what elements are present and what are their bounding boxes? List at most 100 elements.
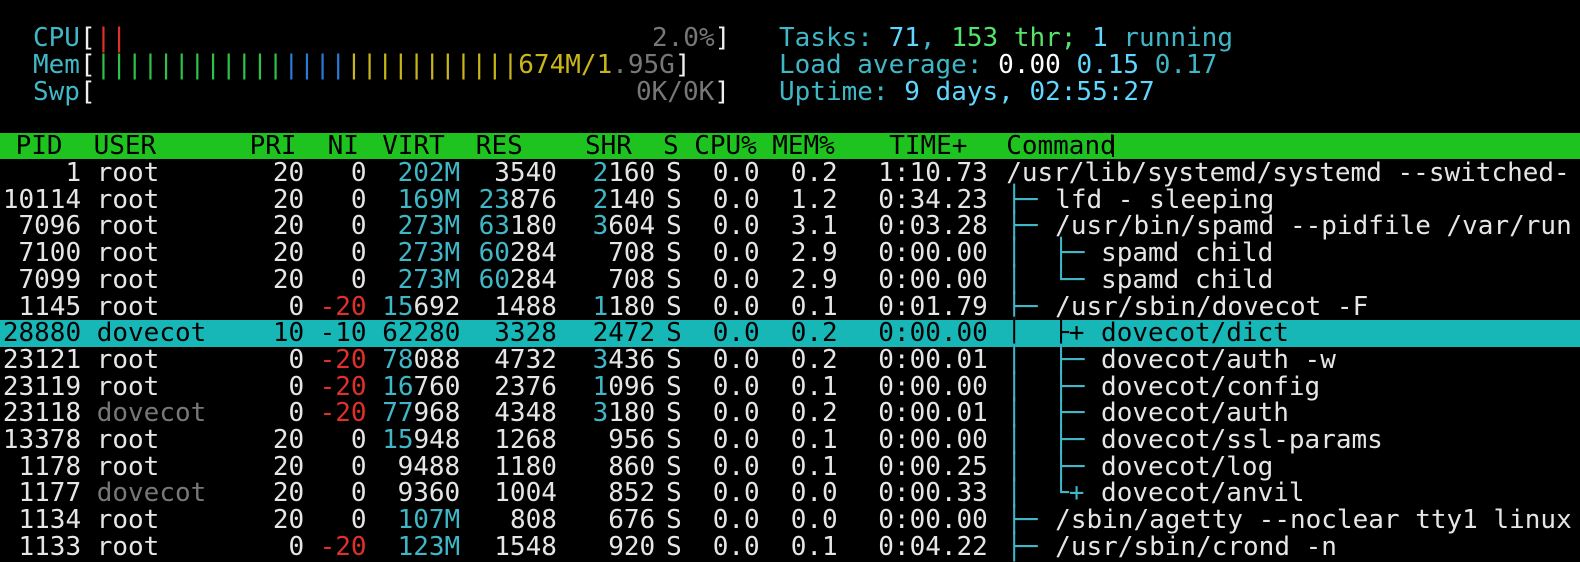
swp-value-wrap: 0K/0K] [636, 77, 730, 107]
pri-cell: 0 [288, 398, 305, 429]
res-low: 1180 [494, 451, 557, 482]
virt-low: M [444, 184, 461, 215]
cpu-cell: 0.0 [712, 211, 760, 242]
state-cell: S [666, 318, 682, 349]
tree-branch: │ ├─ [1006, 451, 1101, 482]
res-low: 876 [509, 184, 557, 215]
user-cell: dovecot [96, 318, 207, 349]
command-cell: dovecot/anvil [1101, 478, 1305, 509]
cpu-cell: 0.0 [712, 318, 760, 349]
shr-high: 1 [592, 291, 609, 322]
state-cell: S [666, 291, 682, 322]
pri-cell: 20 [272, 425, 305, 455]
shr-low: 860 [608, 451, 656, 482]
threads-count: 153 [951, 23, 999, 53]
res-cell: 4732 [476, 347, 557, 374]
virt-low: 9488 [397, 451, 461, 482]
pid-cell: 28880 [2, 318, 82, 349]
time-cell: 0:00.00 [878, 238, 988, 269]
virt-cell: 16760 [382, 373, 460, 401]
state-cell: S [666, 158, 682, 188]
state-cell: S [666, 478, 682, 509]
pid-cell: 13378 [2, 425, 82, 455]
virt-low: 088 [413, 344, 461, 375]
column-header-pri[interactable]: PRI [250, 133, 297, 160]
virt-cell: 77968 [382, 400, 460, 427]
shr-cell: 2472 [577, 320, 656, 347]
ni-cell: -20 [319, 291, 367, 322]
res-cell: 63180 [476, 213, 557, 240]
state-cell: S [666, 531, 682, 562]
shr-cell: 708 [577, 240, 655, 267]
shr-high: 3 [592, 211, 609, 242]
pri-cell: 0 [288, 531, 305, 562]
column-header-s[interactable]: S [663, 133, 679, 160]
virt-low: M [444, 238, 461, 269]
column-header-user[interactable]: USER [94, 133, 157, 160]
virt-high: 107 [397, 505, 445, 536]
time-cell: 0:00.00 [878, 425, 988, 455]
virt-cell: 123M [382, 531, 461, 562]
virt-cell: 273M [382, 266, 461, 294]
column-header-mem[interactable]: MEM% [772, 133, 835, 160]
state-cell: S [666, 344, 682, 375]
column-header-ni[interactable]: NI [328, 133, 359, 160]
tree-branch: │ ├─ [1006, 398, 1101, 429]
swp-value: 0K/0K [636, 77, 715, 107]
mem-cell: 0.1 [790, 371, 838, 402]
column-header-pid[interactable]: PID [16, 133, 63, 160]
column-header-cpu[interactable]: CPU% [694, 133, 757, 160]
virt-cell: 107M [382, 505, 461, 536]
shr-cell: 956 [577, 427, 655, 454]
time-cell: 0:00.33 [878, 478, 988, 509]
command-cell: /usr/lib/systemd/systemd --switched- [1006, 158, 1570, 188]
user-cell: root [96, 505, 160, 536]
column-header-time[interactable]: TIME+ [889, 133, 967, 160]
virt-cell: 202M [382, 160, 461, 187]
state-cell: S [666, 184, 682, 215]
ni-cell: -20 [319, 344, 367, 375]
column-header-res[interactable]: RES [476, 133, 523, 160]
mem-cell: 0.0 [790, 478, 838, 509]
mem-cell: 0.2 [790, 318, 838, 349]
res-cell: 4348 [476, 400, 557, 427]
virt-high: 78 [382, 344, 414, 375]
virt-cell: 169M [382, 184, 461, 215]
user-cell: root [96, 211, 160, 242]
time-cell: 0:00.00 [878, 264, 988, 295]
state-cell: S [666, 211, 682, 242]
virt-high: 123 [397, 531, 445, 562]
load-5: 0.15 [1076, 50, 1140, 80]
res-low: 1548 [494, 531, 557, 562]
load-line: Load average: 0.00 0.15 0.17 [779, 50, 1218, 80]
pri-cell: 20 [272, 238, 305, 269]
tasks-line: Tasks: 71, 153 thr; 1 running [779, 23, 1233, 53]
state-cell: S [666, 371, 682, 402]
virt-low: M [444, 211, 461, 242]
command-cell: /usr/sbin/crond -n [1055, 531, 1337, 562]
shr-low: 956 [608, 425, 656, 455]
mem-cell: 1.2 [790, 184, 838, 215]
ni-cell: 0 [350, 184, 367, 215]
column-header-virt[interactable]: VIRT [382, 133, 445, 160]
command-cell: spamd child [1101, 238, 1274, 269]
shr-low: 708 [608, 238, 656, 269]
mem-bar-cache: ||||||||||| [346, 50, 519, 80]
column-header-shr[interactable]: SHR [585, 133, 632, 160]
shr-low: 604 [608, 211, 656, 242]
virt-low: 9360 [397, 478, 461, 509]
pri-cell: 20 [272, 158, 305, 188]
pid-cell: 1145 [18, 291, 82, 322]
time-cell: 0:03.28 [878, 211, 988, 242]
tree-branch: │ └─ [1006, 264, 1101, 295]
swp-label: Swp [33, 77, 80, 107]
pri-cell: 10 [272, 318, 305, 349]
command-cell: dovecot/ssl-params [1101, 425, 1383, 455]
shr-cell: 3436 [577, 347, 656, 374]
cpu-cell: 0.0 [712, 371, 760, 402]
cpu-cell: 0.0 [712, 158, 760, 188]
column-header-command[interactable]: Command [1006, 133, 1116, 160]
user-cell: dovecot [96, 398, 207, 429]
mem-cell: 0.1 [790, 531, 838, 562]
command-cell: dovecot/auth [1101, 398, 1289, 429]
